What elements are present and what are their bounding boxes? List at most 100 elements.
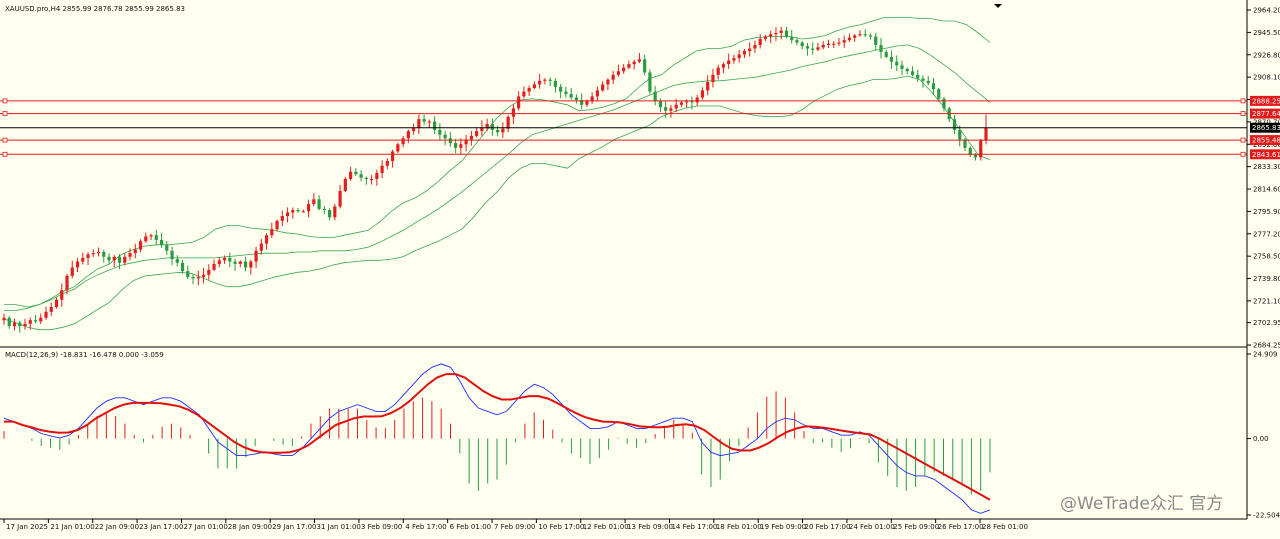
candle-body	[23, 323, 27, 327]
price-tick-label: 2758.50	[1253, 253, 1280, 261]
candle-body	[679, 102, 684, 105]
candle-body	[233, 261, 237, 264]
time-tick-label: 24 Feb 01:00	[849, 523, 895, 531]
candle-body	[170, 250, 174, 260]
level-anchor-right[interactable]	[1240, 137, 1246, 143]
candle-body	[380, 165, 384, 173]
candle-body	[390, 151, 395, 162]
candle-body	[369, 178, 374, 180]
candle-body	[217, 260, 221, 264]
candle-body	[716, 67, 720, 75]
price-level-labels: 2888.25 2877.64 2865.83 2855.48 2843.61	[1250, 95, 1280, 160]
macd-tick-label: 24.909	[1253, 351, 1278, 359]
candle-body	[254, 250, 258, 262]
candle-body	[842, 40, 846, 43]
price-tick-label: 2795.90	[1253, 208, 1280, 216]
candle-body	[711, 74, 715, 83]
candle-body	[763, 36, 768, 39]
candle-body	[448, 138, 452, 144]
level-anchor-left[interactable]	[2, 137, 8, 143]
candle-body	[643, 59, 647, 73]
candle-body	[91, 253, 95, 255]
candle-body	[280, 216, 284, 221]
time-tick-label: 22 Jan 09:00	[95, 523, 139, 531]
candle-body	[196, 277, 200, 279]
candle-body	[285, 212, 290, 217]
candle-body	[821, 44, 825, 48]
candle-body	[895, 61, 899, 66]
level-anchor-left[interactable]	[2, 98, 8, 104]
candle-body	[800, 42, 804, 47]
level-anchor-left[interactable]	[2, 111, 8, 116]
candle-body	[727, 60, 731, 65]
candle-body	[905, 68, 909, 72]
time-tick-label: 27 Jan 01:00	[183, 523, 227, 531]
candle-body	[748, 48, 752, 51]
candle-body	[501, 128, 505, 133]
candle-body	[963, 139, 967, 148]
candle-body	[12, 322, 17, 327]
candle-body	[107, 256, 111, 261]
candle-body	[354, 171, 358, 175]
candle-body	[805, 46, 810, 49]
price-tick-label: 2739.80	[1253, 275, 1280, 283]
candle-body	[296, 210, 300, 212]
candle-body	[485, 123, 489, 128]
candle-body	[900, 65, 904, 69]
candle-body	[706, 82, 710, 91]
candle-body	[422, 119, 426, 122]
level-anchor-right[interactable]	[1240, 111, 1246, 116]
candle-body	[595, 90, 600, 97]
time-tick-label: 25 Feb 09:00	[893, 523, 939, 531]
level-anchor-left[interactable]	[2, 151, 8, 157]
candle-body	[322, 208, 326, 211]
candle-body	[18, 322, 22, 327]
candle-body	[601, 84, 605, 91]
candle-body	[433, 121, 437, 130]
candle-body	[75, 261, 80, 268]
candle-body	[396, 144, 400, 152]
symbol-header: XAUUSD.pro,H4 2855.99 2876.78 2855.99 28…	[5, 5, 185, 13]
macd-tick-label: -22.504	[1253, 512, 1280, 520]
candle-body	[616, 71, 621, 75]
candle-body	[165, 244, 169, 251]
candle-body	[312, 199, 316, 205]
candle-body	[664, 107, 668, 111]
candle-body	[700, 90, 705, 98]
candle-body	[123, 256, 127, 263]
candle-body	[790, 36, 794, 41]
candle-body	[511, 108, 515, 117]
time-tick-label: 17 Jan 2025	[6, 523, 48, 531]
level-anchor-right[interactable]	[1240, 98, 1246, 104]
candle-body	[832, 43, 836, 45]
candle-body	[543, 79, 547, 81]
candle-body	[648, 72, 652, 92]
price-level-tag-text: 2855.48	[1252, 137, 1280, 145]
candle-body	[564, 91, 568, 95]
level-anchor-right[interactable]	[1240, 151, 1246, 157]
candle-body	[732, 58, 736, 61]
candle-body	[910, 71, 915, 75]
candle-body	[937, 89, 941, 99]
candle-body	[49, 307, 53, 312]
time-tick-label: 13 Feb 09:00	[627, 523, 673, 531]
candle-body	[359, 174, 363, 178]
candle-body	[348, 171, 353, 179]
candle-body	[742, 50, 747, 55]
macd-header: MACD(12,26,9) -18.831 -16.478 0.000 -3.0…	[5, 351, 164, 359]
candle-body	[96, 251, 101, 254]
candle-body	[769, 34, 773, 37]
time-tick-label: 26 Feb 17:00	[938, 523, 984, 531]
candle-body	[695, 97, 699, 103]
candle-body	[306, 204, 311, 212]
candle-body	[2, 317, 6, 321]
candle-body	[784, 30, 789, 37]
price-level-tag-text: 2888.25	[1252, 97, 1280, 105]
price-tick-label: 2926.80	[1253, 51, 1280, 59]
candle-body	[979, 140, 983, 158]
candle-body	[275, 220, 279, 230]
chart-window: 2964.202945.502926.802908.102889.402870.…	[0, 0, 1280, 535]
candle-body	[475, 131, 479, 136]
candle-body	[338, 190, 342, 207]
candle-body	[364, 177, 368, 179]
